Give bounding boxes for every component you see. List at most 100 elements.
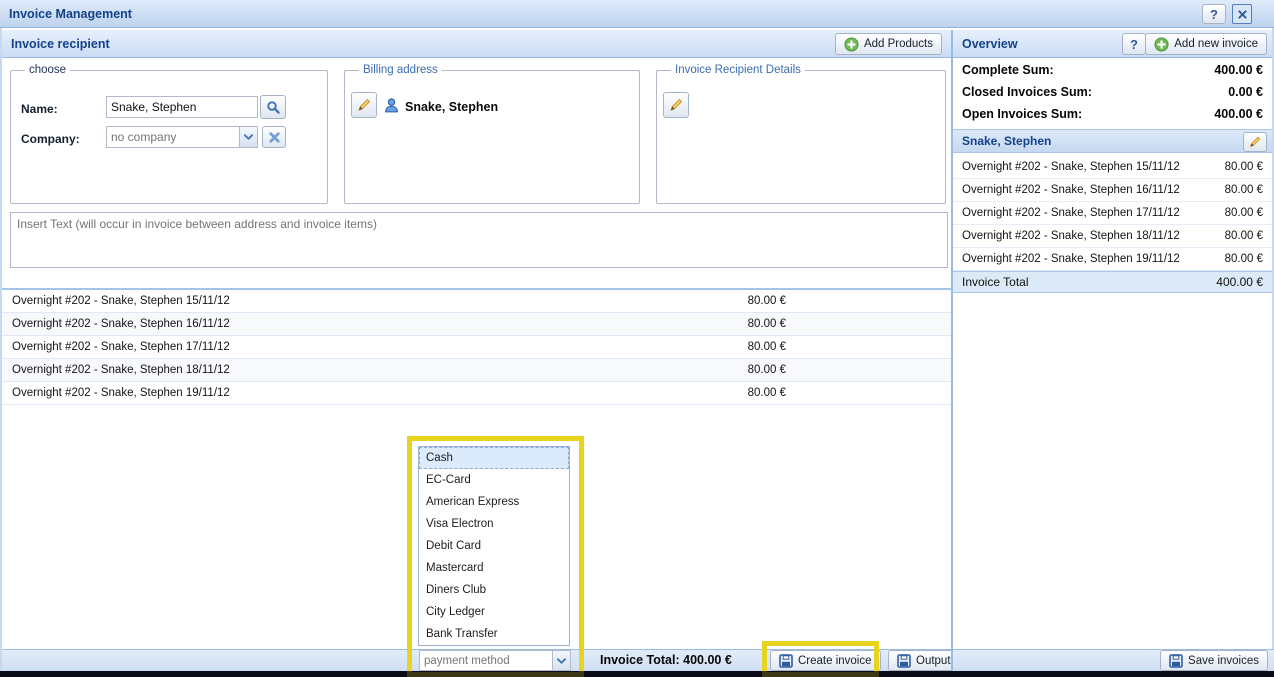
item-amount: 80.00 € — [1225, 230, 1263, 242]
item-amount: 80.00 € — [716, 364, 786, 376]
search-icon — [266, 100, 281, 115]
item-label: Overnight #202 - Snake, Stephen 19/11/12 — [2, 387, 716, 399]
save-invoices-button[interactable]: Save invoices — [1160, 650, 1268, 671]
dropdown-option-diners-club[interactable]: Diners Club — [419, 579, 569, 601]
dropdown-option-mastercard[interactable]: Mastercard — [419, 557, 569, 579]
dropdown-option-bank-transfer[interactable]: Bank Transfer — [419, 623, 569, 645]
dropdown-option-ec-card[interactable]: EC-Card — [419, 469, 569, 491]
item-amount: 80.00 € — [716, 341, 786, 353]
dropdown-option-debit-card[interactable]: Debit Card — [419, 535, 569, 557]
edit-invoice-group-button[interactable] — [1243, 132, 1267, 152]
dropdown-option-cash[interactable]: Cash — [419, 447, 569, 469]
billing-address-fieldset: Billing address Snake, Stephen — [344, 64, 640, 204]
invoice-total-value: 400.00 € — [1216, 275, 1263, 289]
table-row[interactable]: Overnight #202 - Snake, Stephen 16/11/12… — [2, 313, 951, 336]
add-products-label: Add Products — [864, 38, 933, 50]
edit-recipient-details-button[interactable] — [663, 92, 689, 118]
billing-address-legend: Billing address — [359, 64, 442, 76]
invoice-total-label: Invoice Total — [962, 275, 1029, 289]
help-icon: ? — [1130, 37, 1138, 52]
desktop-strip — [0, 671, 1274, 677]
item-label: Overnight #202 - Snake, Stephen 18/11/12 — [962, 230, 1180, 242]
company-input[interactable] — [106, 126, 240, 148]
sum-row: Open Invoices Sum: 400.00 € — [953, 103, 1272, 125]
list-item[interactable]: Overnight #202 - Snake, Stephen 15/11/12… — [953, 156, 1272, 179]
list-item[interactable]: Overnight #202 - Snake, Stephen 19/11/12… — [953, 248, 1272, 271]
item-amount: 80.00 € — [1225, 207, 1263, 219]
add-products-button[interactable]: Add Products — [835, 33, 942, 55]
overview-header: Overview ? Add new invoice — [953, 30, 1272, 58]
dropdown-option-city-ledger[interactable]: City Ledger — [419, 601, 569, 623]
invoice-management-window: Invoice Management ? Invoice recipient A… — [0, 0, 1274, 671]
invoice-group-header: Snake, Stephen — [953, 129, 1272, 153]
invoice-recipient-header: Invoice recipient Add Products — [2, 30, 951, 58]
choose-fieldset: choose Name: Company: — [10, 64, 328, 204]
sum-label: Complete Sum: — [962, 63, 1054, 77]
window-help-button[interactable]: ? — [1202, 4, 1226, 24]
chevron-down-icon — [557, 658, 566, 664]
list-item[interactable]: Overnight #202 - Snake, Stephen 16/11/12… — [953, 179, 1272, 202]
item-label: Overnight #202 - Snake, Stephen 15/11/12 — [2, 295, 716, 307]
help-icon: ? — [1210, 7, 1218, 22]
panel-divider — [951, 30, 953, 671]
payment-method-trigger[interactable] — [553, 650, 571, 671]
plus-icon — [1154, 37, 1169, 52]
overview-invoice-list: Overnight #202 - Snake, Stephen 15/11/12… — [953, 156, 1272, 271]
overview-sums: Complete Sum: 400.00 € Closed Invoices S… — [953, 59, 1272, 125]
pencil-icon — [356, 97, 372, 113]
invoice-group-title: Snake, Stephen — [962, 134, 1051, 148]
item-label: Overnight #202 - Snake, Stephen 19/11/12 — [962, 253, 1180, 265]
company-dropdown-trigger[interactable] — [240, 126, 258, 148]
item-amount: 80.00 € — [716, 318, 786, 330]
item-amount: 80.00 € — [1225, 161, 1263, 173]
close-icon — [1237, 9, 1248, 20]
recipient-details-fieldset: Invoice Recipient Details — [656, 64, 946, 204]
create-invoice-label: Create invoice — [798, 655, 872, 667]
window-close-button[interactable] — [1232, 4, 1252, 24]
invoice-notes-textarea[interactable] — [10, 212, 948, 268]
name-input[interactable] — [106, 96, 258, 118]
item-label: Overnight #202 - Snake, Stephen 17/11/12 — [2, 341, 716, 353]
output-button[interactable]: Output — [888, 650, 960, 671]
invoice-recipient-title: Invoice recipient — [11, 37, 110, 51]
list-item[interactable]: Overnight #202 - Snake, Stephen 17/11/12… — [953, 202, 1272, 225]
clear-company-button[interactable] — [262, 126, 286, 148]
pencil-icon — [668, 97, 684, 113]
add-new-invoice-button[interactable]: Add new invoice — [1145, 33, 1267, 55]
sum-label: Open Invoices Sum: — [962, 107, 1082, 121]
table-row[interactable]: Overnight #202 - Snake, Stephen 17/11/12… — [2, 336, 951, 359]
item-label: Overnight #202 - Snake, Stephen 16/11/12 — [962, 184, 1180, 196]
name-label: Name: — [21, 102, 58, 116]
person-icon — [383, 97, 400, 114]
company-label: Company: — [21, 132, 80, 146]
payment-method-dropdown-list: Cash EC-Card American Express Visa Elect… — [418, 446, 570, 646]
sum-value: 400.00 € — [1214, 107, 1263, 121]
window-titlebar: Invoice Management ? — [0, 0, 1274, 28]
item-amount: 80.00 € — [716, 295, 786, 307]
dropdown-option-american-express[interactable]: American Express — [419, 491, 569, 513]
left-bottom-toolbar: Invoice Total: 400.00 € Create invoice O… — [2, 649, 951, 671]
add-new-invoice-label: Add new invoice — [1174, 38, 1258, 50]
table-row[interactable]: Overnight #202 - Snake, Stephen 19/11/12… — [2, 382, 951, 405]
list-item[interactable]: Overnight #202 - Snake, Stephen 18/11/12… — [953, 225, 1272, 248]
dropdown-option-visa-electron[interactable]: Visa Electron — [419, 513, 569, 535]
payment-method-combobox[interactable] — [419, 650, 553, 671]
save-disk-icon — [1169, 654, 1183, 668]
create-invoice-button[interactable]: Create invoice — [770, 650, 881, 671]
output-label: Output — [916, 655, 951, 667]
search-contact-button[interactable] — [260, 95, 286, 119]
chevron-down-icon — [244, 134, 253, 140]
sum-row: Closed Invoices Sum: 0.00 € — [953, 81, 1272, 103]
window-title: Invoice Management — [9, 7, 132, 21]
item-label: Overnight #202 - Snake, Stephen 18/11/12 — [2, 364, 716, 376]
sum-row: Complete Sum: 400.00 € — [953, 59, 1272, 81]
item-amount: 80.00 € — [1225, 253, 1263, 265]
invoice-items-table: Overnight #202 - Snake, Stephen 15/11/12… — [2, 288, 951, 405]
invoice-total-label: Invoice Total: 400.00 € — [600, 653, 732, 667]
overview-help-button[interactable]: ? — [1122, 33, 1146, 55]
table-row[interactable]: Overnight #202 - Snake, Stephen 15/11/12… — [2, 290, 951, 313]
table-row[interactable]: Overnight #202 - Snake, Stephen 18/11/12… — [2, 359, 951, 382]
pencil-icon — [1248, 135, 1262, 149]
item-label: Overnight #202 - Snake, Stephen 16/11/12 — [2, 318, 716, 330]
edit-billing-address-button[interactable] — [351, 92, 377, 118]
